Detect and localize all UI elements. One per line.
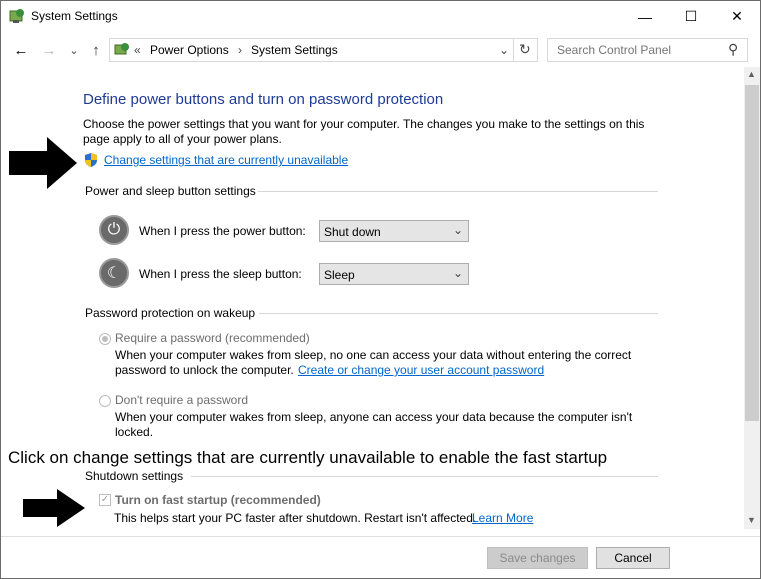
address-divider <box>513 39 514 61</box>
back-button[interactable]: ← <box>11 40 31 60</box>
change-settings-link[interactable]: Change settings that are currently unava… <box>104 153 348 168</box>
sleep-button-icon: ☾ <box>99 258 129 288</box>
save-changes-button[interactable]: Save changes <box>487 547 588 569</box>
address-bar[interactable]: « Power Options › System Settings ⌄ ↻ <box>109 38 538 62</box>
system-settings-window: System Settings — ☐ ✕ ← → ⌄ ↑ « Power Op… <box>0 0 761 579</box>
sleep-button-select[interactable]: Sleep ⌄ <box>319 263 469 285</box>
cancel-button[interactable]: Cancel <box>596 547 670 569</box>
vertical-scrollbar[interactable]: ▲ ▼ <box>744 67 760 529</box>
close-button[interactable]: ✕ <box>714 1 760 32</box>
no-password-label: Don't require a password <box>115 393 249 407</box>
title-bar: System Settings — ☐ ✕ <box>1 1 760 32</box>
require-password-desc-1: When your computer wakes from sleep, no … <box>115 348 632 362</box>
section-divider <box>259 313 658 314</box>
fast-startup-desc: This helps start your PC faster after sh… <box>114 511 477 525</box>
no-password-desc-1: When your computer wakes from sleep, any… <box>115 410 633 424</box>
chevron-down-icon: ⌄ <box>452 266 463 280</box>
page-heading: Define power buttons and turn on passwor… <box>83 91 444 108</box>
password-section-title: Password protection on wakeup <box>85 306 256 320</box>
refresh-icon[interactable]: ↻ <box>519 41 531 58</box>
intro-line-1: Choose the power settings that you want … <box>83 117 645 131</box>
fast-startup-label: Turn on fast startup (recommended) <box>115 493 321 507</box>
footer-bar: Save changes Cancel <box>1 536 760 578</box>
breadcrumb-overflow[interactable]: « <box>134 43 141 57</box>
power-button-label: When I press the power button: <box>139 224 306 238</box>
create-password-link[interactable]: Create or change your user account passw… <box>298 363 544 378</box>
no-password-desc-2: locked. <box>115 425 154 439</box>
power-button-select[interactable]: Shut down ⌄ <box>319 220 469 242</box>
up-button[interactable]: ↑ <box>86 40 106 60</box>
section-divider <box>258 191 658 192</box>
scroll-down-icon[interactable]: ▼ <box>747 515 756 525</box>
breadcrumb-separator: › <box>238 43 242 57</box>
search-input[interactable] <box>555 42 719 58</box>
power-button-value: Shut down <box>324 225 381 239</box>
sleep-button-value: Sleep <box>324 268 355 282</box>
breadcrumb-system-settings[interactable]: System Settings <box>251 43 338 57</box>
search-box[interactable]: ⚲ <box>547 38 748 62</box>
learn-more-link[interactable]: Learn More <box>472 511 533 526</box>
require-password-radio[interactable] <box>99 333 111 345</box>
window-title: System Settings <box>31 9 118 23</box>
annotation-arrow-icon <box>23 489 85 527</box>
chevron-down-icon: ⌄ <box>452 223 463 237</box>
control-panel-app-icon <box>9 9 24 23</box>
maximize-button[interactable]: ☐ <box>668 1 714 32</box>
recent-locations-button[interactable]: ⌄ <box>64 40 84 60</box>
power-button-icon: ⏻ <box>99 215 129 245</box>
section-divider <box>191 476 658 477</box>
forward-button[interactable]: → <box>39 40 59 60</box>
intro-line-2: page apply to all of your power plans. <box>83 132 282 146</box>
annotation-caption: Click on change settings that are curren… <box>8 448 608 468</box>
minimize-button[interactable]: — <box>622 1 668 32</box>
scroll-up-icon[interactable]: ▲ <box>747 69 756 79</box>
address-row: ← → ⌄ ↑ « Power Options › System Setting… <box>1 34 760 66</box>
control-panel-icon <box>114 43 129 55</box>
breadcrumb-power-options[interactable]: Power Options <box>150 43 229 57</box>
address-dropdown-icon[interactable]: ⌄ <box>499 43 509 57</box>
power-sleep-section-title: Power and sleep button settings <box>85 184 256 198</box>
search-icon[interactable]: ⚲ <box>728 41 738 58</box>
annotation-arrow-icon <box>9 137 77 189</box>
no-password-radio[interactable] <box>99 395 111 407</box>
scrollbar-thumb[interactable] <box>745 85 759 421</box>
sleep-button-label: When I press the sleep button: <box>139 267 302 281</box>
shutdown-section-title: Shutdown settings <box>85 469 184 483</box>
uac-shield-icon <box>85 153 97 167</box>
fast-startup-checkbox[interactable]: ✓ <box>99 494 111 506</box>
require-password-label: Require a password (recommended) <box>115 331 310 345</box>
require-password-desc-2: password to unlock the computer. <box>115 363 294 377</box>
